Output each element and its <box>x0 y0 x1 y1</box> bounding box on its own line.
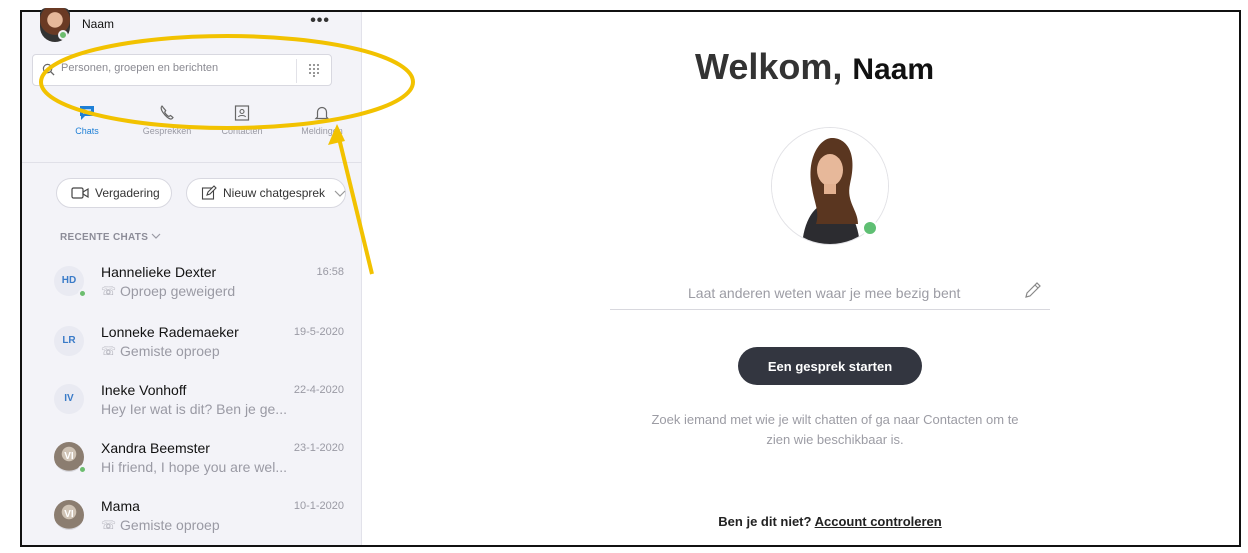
welcome-text: Welkom, <box>695 46 843 87</box>
pencil-icon[interactable] <box>1022 279 1044 301</box>
list-item[interactable]: VI Mama 10-1-2020 ☏ Gemiste oproep <box>22 492 362 548</box>
tab-contacts-label: Contacten <box>221 126 263 136</box>
online-status-dot <box>58 30 68 40</box>
chat-time: 22-4-2020 <box>293 384 344 396</box>
account-check: Ben je dit niet? Account controleren <box>640 514 1020 529</box>
recent-chats-label: RECENTE CHATS <box>60 232 149 243</box>
recent-chats-header[interactable]: RECENTE CHATS <box>60 232 161 243</box>
divider <box>296 59 297 83</box>
contacts-icon <box>234 105 250 121</box>
online-status-dot <box>862 220 878 236</box>
chat-preview: ☏ Gemiste oproep <box>101 517 220 533</box>
avatar: LR <box>54 326 84 356</box>
phone-icon: ☏ <box>101 518 117 532</box>
online-status-dot <box>78 289 87 298</box>
new-chat-button[interactable]: Nieuw chatgesprek <box>186 178 346 208</box>
chat-time: 16:58 <box>316 266 344 278</box>
start-conversation-button[interactable]: Een gesprek starten <box>738 347 922 385</box>
chat-time: 19-5-2020 <box>293 326 344 338</box>
chat-name: Hannelieke Dexter <box>101 264 217 280</box>
verify-account-link[interactable]: Account controleren <box>815 514 942 529</box>
tab-notifications[interactable]: Meldingen <box>282 104 362 136</box>
tab-chats[interactable]: Chats <box>47 104 127 136</box>
online-status-dot <box>78 465 87 474</box>
mood-placeholder[interactable]: Laat anderen weten waar je mee bezig ben… <box>688 285 960 301</box>
phone-icon: ☏ <box>101 284 117 298</box>
chat-time: 10-1-2020 <box>293 500 344 512</box>
compose-icon <box>201 185 217 200</box>
profile-name[interactable]: Naam <box>82 17 114 31</box>
bell-icon <box>314 106 330 122</box>
chat-preview: ☏ Gemiste oproep <box>101 343 220 359</box>
chat-preview-text: Hi friend, I hope you are wel... <box>101 459 287 475</box>
page-title: Welkom, Naam <box>695 46 934 88</box>
search-input[interactable] <box>61 62 291 74</box>
tab-notifications-label: Meldingen <box>301 126 343 136</box>
search-box[interactable] <box>32 54 332 86</box>
chat-preview-text: Oproep geweigerd <box>120 283 236 299</box>
chat-name: Mama <box>101 498 140 514</box>
video-icon <box>71 187 89 199</box>
list-item[interactable]: IV Ineke Vonhoff 22-4-2020 Hey Ier wat i… <box>22 376 362 432</box>
welcome-name: Naam <box>852 53 935 86</box>
tab-calls-label: Gesprekken <box>142 126 192 136</box>
phone-icon: ☏ <box>101 344 117 358</box>
tab-chats-label: Chats <box>75 126 99 136</box>
new-chat-label: Nieuw chatgesprek <box>223 186 326 200</box>
chat-preview: Hey Ier wat is dit? Ben je ge... <box>101 401 287 417</box>
chat-preview-text: Gemiste oproep <box>120 343 220 359</box>
list-item[interactable]: HD Hannelieke Dexter 16:58 ☏ Oproep gewei… <box>22 258 362 314</box>
chat-preview: Hi friend, I hope you are wel... <box>101 459 287 475</box>
chat-name: Ineke Vonhoff <box>101 382 187 398</box>
help-text: Zoek iemand met wie je wilt chatten of g… <box>651 412 1019 447</box>
sidebar-divider <box>22 162 362 163</box>
search-icon <box>42 63 55 76</box>
chevron-down-icon[interactable] <box>334 190 346 198</box>
main-nav: Chats Gesprekken Contacten Meldingen <box>22 104 352 154</box>
profile-header[interactable]: Naam ••• <box>40 8 330 44</box>
avatar: VI <box>54 500 84 530</box>
chat-icon <box>80 106 94 120</box>
meeting-button[interactable]: Vergadering <box>56 178 172 208</box>
mood-message-field[interactable]: Laat anderen weten waar je mee bezig ben… <box>610 279 1050 310</box>
dialpad-icon[interactable] <box>307 63 321 77</box>
chevron-down-icon <box>151 233 161 239</box>
meeting-label: Vergadering <box>95 186 160 200</box>
tab-contacts[interactable]: Contacten <box>202 104 282 136</box>
list-item[interactable]: VI Xandra Beemster 23-1-2020 Hi friend, … <box>22 434 362 490</box>
more-options-icon[interactable]: ••• <box>310 12 330 30</box>
chat-preview-text: Hey Ier wat is dit? Ben je ge... <box>101 401 287 417</box>
avatar: IV <box>54 384 84 414</box>
phone-icon <box>160 105 174 120</box>
chat-name: Xandra Beemster <box>101 440 210 456</box>
chat-preview-text: Gemiste oproep <box>120 517 220 533</box>
chat-name: Lonneke Rademaeker <box>101 324 239 340</box>
list-item[interactable]: LR Lonneke Rademaeker 19-5-2020 ☏ Gemiste… <box>22 318 362 374</box>
chat-preview: ☏ Oproep geweigerd <box>101 283 235 299</box>
tab-calls[interactable]: Gesprekken <box>127 104 207 136</box>
chat-time: 23-1-2020 <box>293 442 344 454</box>
not-you-text: Ben je dit niet? <box>718 514 812 529</box>
